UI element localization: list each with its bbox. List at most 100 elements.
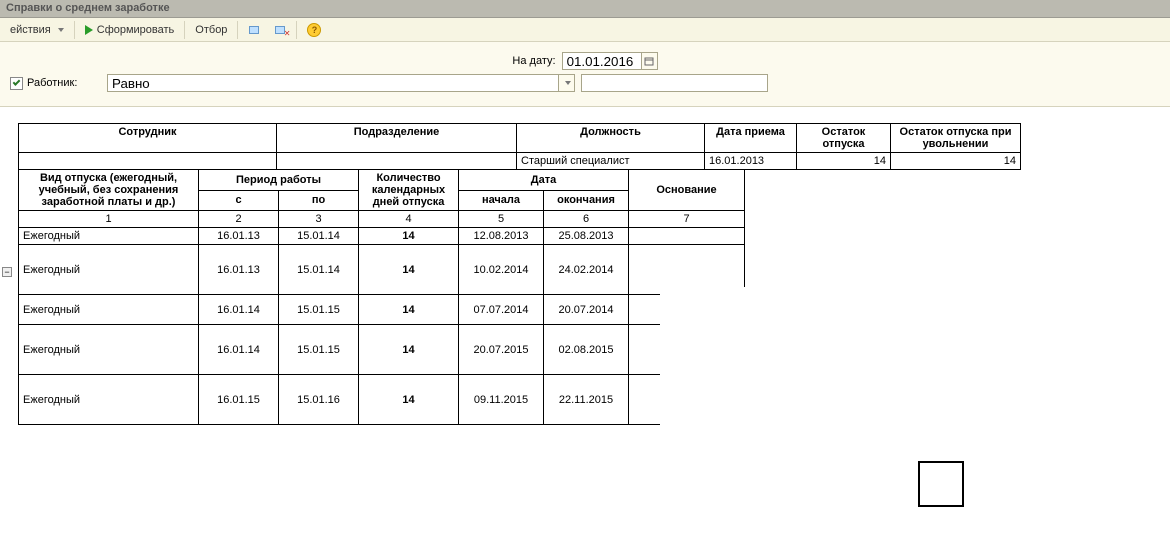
vh-date-start: начала xyxy=(459,190,544,211)
cell-type: Ежегодный xyxy=(19,325,199,375)
cell-position: Старший специалист xyxy=(517,153,705,170)
vh-period-to: по xyxy=(279,190,359,211)
vh-date-end: окончания xyxy=(544,190,629,211)
table-row: Ежегодный 16.01.13 15.01.14 14 10.02.201… xyxy=(19,245,745,295)
window-titlebar: Справки о среднем заработке xyxy=(0,0,1170,18)
cell-to: 15.01.14 xyxy=(279,245,359,295)
cell-start: 10.02.2014 xyxy=(459,245,544,295)
generate-button[interactable]: Сформировать xyxy=(79,22,181,38)
cell-end: 25.08.2013 xyxy=(544,228,629,245)
table-row: Ежегодный 16.01.13 15.01.14 14 12.08.201… xyxy=(19,228,745,245)
cell-from: 16.01.15 xyxy=(199,375,279,425)
cell-type: Ежегодный xyxy=(19,228,199,245)
cell-from: 16.01.13 xyxy=(199,245,279,295)
cell-days: 14 xyxy=(359,228,459,245)
cell-to: 15.01.15 xyxy=(279,325,359,375)
col-hiredate-header: Дата приема xyxy=(705,124,797,153)
col-remain-header: Остаток отпуска xyxy=(797,124,891,153)
cell-end: 20.07.2014 xyxy=(544,295,629,325)
cell-start: 09.11.2015 xyxy=(459,375,544,425)
col-position-header: Должность xyxy=(517,124,705,153)
check-icon xyxy=(13,78,21,86)
vh-date: Дата xyxy=(459,170,629,191)
vh-days: Количество календарных дней отпуска xyxy=(359,170,459,211)
toolbar-separator xyxy=(237,21,238,39)
col-remain-dismiss-header: Остаток отпуска при увольнении xyxy=(891,124,1021,153)
header-table: Сотрудник Подразделение Должность Дата п… xyxy=(18,123,1021,170)
cell-hiredate: 16.01.2013 xyxy=(705,153,797,170)
cell-start: 20.07.2015 xyxy=(459,325,544,375)
report-area[interactable]: − Сотрудник Подразделение Должность Дата… xyxy=(0,107,1170,540)
outline-collapse-button[interactable]: − xyxy=(2,267,12,277)
colnum: 3 xyxy=(279,211,359,228)
filter-label: Отбор xyxy=(195,24,227,36)
colnum: 5 xyxy=(459,211,544,228)
chevron-down-icon xyxy=(58,28,64,32)
toolbar: ействия Сформировать Отбор ? xyxy=(0,18,1170,42)
play-icon xyxy=(85,25,93,35)
cell-to: 15.01.15 xyxy=(279,295,359,325)
cell-employee xyxy=(19,153,277,170)
worker-value-input[interactable] xyxy=(581,74,768,92)
colnum: 6 xyxy=(544,211,629,228)
cell-from: 16.01.14 xyxy=(199,295,279,325)
cell-type: Ежегодный xyxy=(19,375,199,425)
window-title: Справки о среднем заработке xyxy=(6,2,170,14)
vh-period: Период работы xyxy=(199,170,359,191)
col-dept-header: Подразделение xyxy=(277,124,517,153)
toolbar-separator xyxy=(296,21,297,39)
compare-mode-dropdown-button[interactable] xyxy=(559,74,575,92)
compare-mode-combo[interactable] xyxy=(107,74,559,92)
cell-remain-dismiss: 14 xyxy=(891,153,1021,170)
filter-icon xyxy=(248,24,260,36)
cell-days: 14 xyxy=(359,295,459,325)
cell-to: 15.01.16 xyxy=(279,375,359,425)
toolbar-separator xyxy=(74,21,75,39)
actions-label: ействия xyxy=(10,24,51,36)
colnum: 1 xyxy=(19,211,199,228)
cell-remain: 14 xyxy=(797,153,891,170)
date-input[interactable] xyxy=(562,52,642,70)
cell-days: 14 xyxy=(359,375,459,425)
cell-days: 14 xyxy=(359,245,459,295)
parameters-panel: На дату: Работник: xyxy=(0,42,1170,107)
date-label: На дату: xyxy=(512,55,555,67)
cell-from: 16.01.14 xyxy=(199,325,279,375)
worker-label: Работник: xyxy=(27,77,107,89)
cell-type: Ежегодный xyxy=(19,245,199,295)
cell-end: 24.02.2014 xyxy=(544,245,629,295)
help-icon: ? xyxy=(307,23,321,37)
redacted-overlay xyxy=(660,287,860,537)
cell-days: 14 xyxy=(359,325,459,375)
chevron-down-icon xyxy=(565,81,571,85)
filter-clear-button[interactable] xyxy=(268,22,292,38)
colnum: 7 xyxy=(629,211,745,228)
vacation-table: Вид отпуска (ежегодный, учебный, без сох… xyxy=(18,169,745,425)
cell-start: 07.07.2014 xyxy=(459,295,544,325)
colnum: 4 xyxy=(359,211,459,228)
cell-basis xyxy=(629,228,745,245)
table-row: Ежегодный 16.01.14 15.01.15 14 20.07.201… xyxy=(19,325,745,375)
worker-checkbox[interactable] xyxy=(10,77,23,90)
date-picker-button[interactable] xyxy=(642,52,658,70)
vh-period-from: с xyxy=(199,190,279,211)
col-employee-header: Сотрудник xyxy=(19,124,277,153)
cell-end: 22.11.2015 xyxy=(544,375,629,425)
cell-start: 12.08.2013 xyxy=(459,228,544,245)
help-button[interactable]: ? xyxy=(301,21,327,39)
cell-dept xyxy=(277,153,517,170)
cell-from: 16.01.13 xyxy=(199,228,279,245)
cell-end: 02.08.2015 xyxy=(544,325,629,375)
empty-box-marker xyxy=(918,461,964,507)
filter-clear-icon xyxy=(274,24,286,36)
actions-menu-button[interactable]: ействия xyxy=(4,22,70,38)
vh-basis: Основание xyxy=(629,170,745,211)
filter-set-button[interactable] xyxy=(242,22,266,38)
toolbar-separator xyxy=(184,21,185,39)
table-row: Ежегодный 16.01.15 15.01.16 14 09.11.201… xyxy=(19,375,745,425)
vh-type: Вид отпуска (ежегодный, учебный, без сох… xyxy=(19,170,199,211)
cell-to: 15.01.14 xyxy=(279,228,359,245)
colnum: 2 xyxy=(199,211,279,228)
cell-type: Ежегодный xyxy=(19,295,199,325)
filter-button[interactable]: Отбор xyxy=(189,22,233,38)
